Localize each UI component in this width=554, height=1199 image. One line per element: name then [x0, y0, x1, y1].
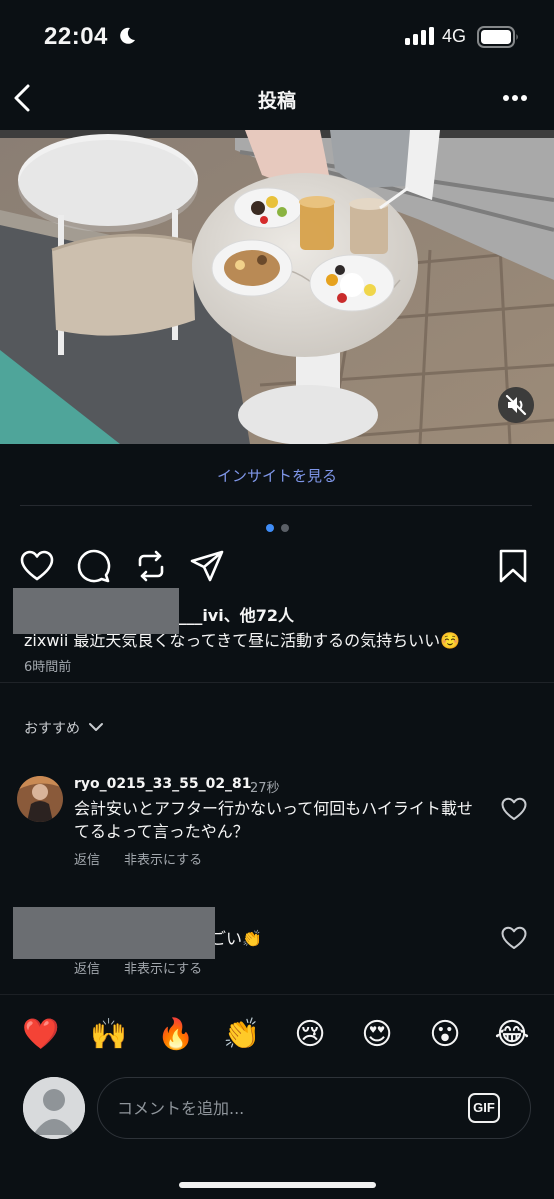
comment-text-line: 会計安いとアフター行かないって何回もハイライト載せ	[74, 799, 473, 818]
comment-icon[interactable]	[76, 548, 112, 584]
emoji-reaction-crying[interactable]: 😢	[290, 1017, 330, 1053]
emoji-reaction-surprised[interactable]: 😮	[425, 1017, 465, 1053]
sort-label[interactable]: おすすめ	[24, 718, 80, 738]
like-heart-icon[interactable]	[19, 548, 55, 584]
likes-text[interactable]: x___ivi、他72人	[168, 602, 294, 626]
post-media[interactable]	[0, 130, 554, 444]
repost-icon[interactable]	[133, 548, 169, 584]
emoji-reaction-heart[interactable]: ❤️	[21, 1017, 61, 1053]
share-send-icon[interactable]	[189, 548, 225, 584]
insight-link[interactable]: インサイトを見る	[0, 465, 554, 486]
redaction-box	[13, 907, 215, 959]
emoji-reaction-fire[interactable]: 🔥	[156, 1017, 196, 1053]
network-label: 4G	[442, 26, 467, 46]
carousel-dot-active	[266, 524, 274, 532]
signal-icon	[405, 27, 434, 45]
page-title: 投稿	[257, 90, 296, 112]
carousel-dot	[281, 524, 289, 532]
mute-icon[interactable]	[498, 387, 534, 423]
divider	[0, 994, 554, 995]
redaction-box	[13, 588, 179, 634]
hide-button[interactable]: 非表示にする	[124, 958, 202, 977]
home-indicator	[179, 1182, 376, 1188]
comment-like-heart-icon[interactable]	[500, 925, 528, 951]
chevron-down-icon[interactable]	[88, 720, 104, 734]
comment-input[interactable]	[97, 1077, 531, 1139]
comment-text: 会計安いとアフター行かないって何回もハイライト載せ てるよって言ったやん？	[74, 797, 490, 843]
comment-text: ごい👏	[210, 929, 262, 948]
emoji-reaction-raised-hands[interactable]: 🙌	[89, 1017, 129, 1053]
user-avatar[interactable]	[23, 1077, 85, 1139]
cafe-table-photo	[0, 130, 554, 444]
battery-icon	[477, 26, 518, 48]
more-icon[interactable]	[498, 88, 532, 108]
reply-button[interactable]: 返信	[74, 958, 100, 977]
divider	[0, 682, 554, 683]
commenter-avatar[interactable]	[17, 776, 63, 822]
hide-button[interactable]: 非表示にする	[124, 849, 202, 868]
emoji-reaction-clap[interactable]: 👏	[222, 1017, 262, 1053]
emoji-reaction-heart-eyes[interactable]: 😍	[357, 1017, 397, 1053]
comment-like-heart-icon[interactable]	[500, 796, 528, 822]
reply-button[interactable]: 返信	[74, 849, 100, 868]
comment-time: 27秒	[250, 781, 280, 796]
gif-button[interactable]: GIF	[468, 1093, 500, 1123]
status-time: 22:04	[44, 23, 108, 50]
comment-username[interactable]: ryo_0215_33_55_02_81	[74, 776, 252, 792]
divider	[20, 505, 532, 506]
emoji-reaction-laughing[interactable]: 😂	[492, 1017, 532, 1053]
post-time: 6時間前	[24, 660, 72, 675]
bookmark-icon[interactable]	[495, 548, 531, 584]
moon-icon	[120, 27, 135, 44]
comment-text-line: てるよって言ったやん？	[74, 822, 249, 841]
